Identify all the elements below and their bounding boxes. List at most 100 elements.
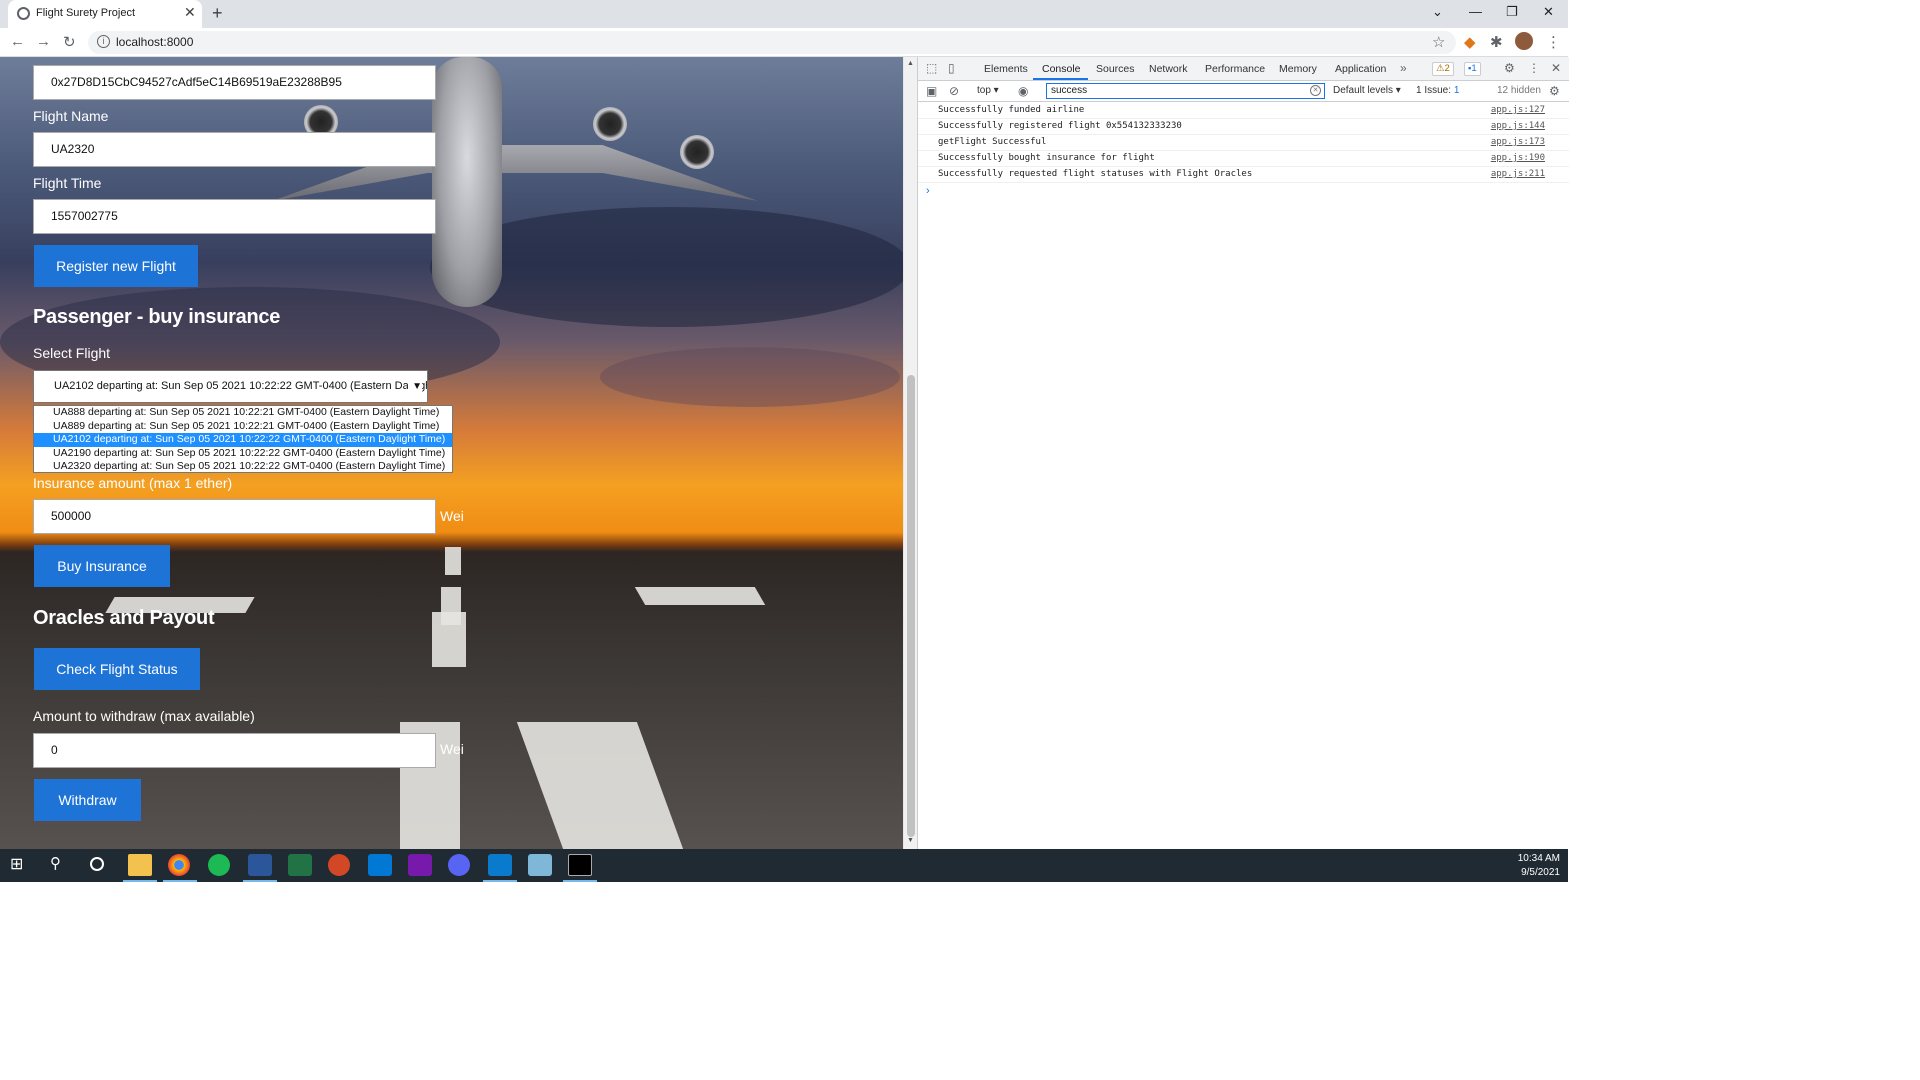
- log-source-link[interactable]: app.js:190: [1491, 153, 1545, 163]
- tab-sources[interactable]: Sources: [1096, 63, 1135, 75]
- metamask-extension-icon[interactable]: ◆: [1464, 33, 1476, 51]
- vscode-icon[interactable]: [488, 854, 512, 876]
- scrollbar-thumb[interactable]: [907, 375, 915, 837]
- tab-application[interactable]: Application: [1335, 63, 1386, 75]
- log-source-link[interactable]: app.js:211: [1491, 169, 1545, 179]
- log-source-link[interactable]: app.js:173: [1491, 137, 1545, 147]
- excel-icon[interactable]: [288, 854, 312, 876]
- flight-dropdown-list[interactable]: UA888 departing at: Sun Sep 05 2021 10:2…: [33, 405, 453, 473]
- airplane-engine-graphic: [680, 135, 714, 169]
- tab-console[interactable]: Console: [1042, 63, 1081, 75]
- airplane-engine-graphic: [593, 107, 627, 141]
- page-scrollbar[interactable]: ▲ ▼: [903, 57, 917, 849]
- bookmark-star-icon[interactable]: ☆: [1432, 33, 1445, 51]
- outlook-icon[interactable]: [368, 854, 392, 876]
- flight-option[interactable]: UA888 departing at: Sun Sep 05 2021 10:2…: [34, 406, 452, 420]
- check-flight-status-button[interactable]: Check Flight Status: [34, 648, 200, 690]
- word-icon[interactable]: [248, 854, 272, 876]
- system-clock[interactable]: 10:34 AM 9/5/2021: [1518, 852, 1560, 880]
- log-message: Successfully funded airline: [938, 105, 1085, 115]
- spotify-icon[interactable]: [208, 854, 230, 876]
- minimize-button[interactable]: —: [1469, 4, 1482, 19]
- console-filter-input[interactable]: success ✕: [1046, 83, 1325, 99]
- running-indicator: [483, 880, 517, 882]
- clear-filter-icon[interactable]: ✕: [1310, 85, 1321, 96]
- restore-button[interactable]: ❐: [1506, 4, 1518, 20]
- discord-icon[interactable]: [448, 854, 470, 876]
- browser-toolbar: ← → ↻ i localhost:8000 ☆ ◆ ✱ ⋮: [0, 28, 1568, 57]
- live-expression-eye-icon[interactable]: ◉: [1018, 84, 1028, 98]
- log-source-link[interactable]: app.js:127: [1491, 105, 1545, 115]
- settings-gear-icon[interactable]: ⚙: [1504, 61, 1515, 75]
- close-devtools-icon[interactable]: ✕: [1551, 61, 1561, 75]
- tab-performance[interactable]: Performance: [1205, 63, 1265, 75]
- flight-time-input[interactable]: 1557002775: [33, 199, 436, 234]
- console-settings-gear-icon[interactable]: ⚙: [1549, 84, 1560, 98]
- address-bar[interactable]: i localhost:8000: [88, 31, 1456, 54]
- clear-console-icon[interactable]: ⊘: [949, 84, 959, 98]
- scroll-up-icon[interactable]: ▲: [907, 60, 914, 67]
- flight-option[interactable]: UA2320 departing at: Sun Sep 05 2021 10:…: [34, 460, 452, 474]
- airline-address-input[interactable]: 0x27D8D15CbC94527cAdf5eC14B69519aE23288B…: [33, 65, 436, 100]
- register-flight-button[interactable]: Register new Flight: [34, 245, 198, 287]
- flight-select[interactable]: UA2102 departing at: Sun Sep 05 2021 10:…: [33, 370, 428, 403]
- tab-memory[interactable]: Memory: [1279, 63, 1317, 75]
- file-explorer-icon[interactable]: [128, 854, 152, 876]
- withdraw-amount-input[interactable]: 0: [33, 733, 436, 768]
- device-toolbar-icon[interactable]: ▯: [948, 61, 955, 75]
- buy-insurance-button[interactable]: Buy Insurance: [34, 545, 170, 587]
- inspect-element-icon[interactable]: ⬚: [926, 61, 937, 75]
- airplane-graphic: [432, 57, 502, 307]
- tab-elements[interactable]: Elements: [984, 63, 1028, 75]
- profile-avatar[interactable]: [1515, 32, 1533, 50]
- close-window-button[interactable]: ✕: [1543, 4, 1554, 20]
- console-prompt-chevron-icon[interactable]: ›: [926, 185, 930, 197]
- back-icon[interactable]: ←: [10, 33, 25, 50]
- close-tab-icon[interactable]: ✕: [184, 4, 196, 21]
- chrome-icon[interactable]: [168, 854, 190, 876]
- cortana-icon[interactable]: [90, 857, 104, 871]
- extensions-icon[interactable]: ✱: [1490, 33, 1503, 51]
- log-source-link[interactable]: app.js:144: [1491, 121, 1545, 131]
- browser-tab[interactable]: Flight Surety Project ✕: [8, 0, 202, 28]
- onenote-icon[interactable]: [408, 854, 432, 876]
- insurance-amount-label: Insurance amount (max 1 ether): [33, 475, 233, 491]
- powerpoint-icon[interactable]: [328, 854, 350, 876]
- more-tabs-icon[interactable]: »: [1400, 61, 1407, 75]
- warnings-badge[interactable]: ⚠2: [1432, 62, 1454, 76]
- windows-start-icon[interactable]: ⊞: [10, 854, 34, 876]
- notepad-icon[interactable]: [528, 854, 552, 876]
- forward-icon[interactable]: →: [36, 33, 51, 50]
- flight-name-input[interactable]: UA2320: [33, 132, 436, 167]
- tab-search-icon[interactable]: ⌄: [1432, 4, 1443, 20]
- running-indicator: [123, 880, 157, 882]
- log-message: getFlight Successful: [938, 137, 1047, 147]
- new-tab-button[interactable]: +: [212, 3, 223, 24]
- scroll-down-icon[interactable]: ▼: [907, 837, 914, 844]
- active-tab-indicator: [1033, 78, 1088, 80]
- menu-kebab-icon[interactable]: ⋮: [1546, 33, 1561, 51]
- devtools-panel: ⬚ ▯ Elements Console Sources Network Per…: [917, 57, 1569, 849]
- messages-badge[interactable]: ▪1: [1464, 62, 1481, 76]
- context-selector[interactable]: top ▾: [977, 85, 999, 96]
- log-levels-dropdown[interactable]: Default levels ▾: [1333, 85, 1401, 96]
- site-info-icon[interactable]: i: [97, 35, 110, 48]
- hidden-count: 12 hidden: [1497, 85, 1541, 96]
- insurance-amount-input[interactable]: 500000: [33, 499, 436, 534]
- warnings-count: 2: [1444, 63, 1450, 74]
- issues-button[interactable]: 1 Issue: 1: [1416, 85, 1459, 96]
- sidebar-toggle-icon[interactable]: ▣: [926, 84, 937, 98]
- flight-option[interactable]: UA2190 departing at: Sun Sep 05 2021 10:…: [34, 447, 452, 461]
- search-icon[interactable]: ⚲: [50, 854, 74, 876]
- running-indicator: [163, 880, 197, 882]
- oracles-section-title: Oracles and Payout: [33, 607, 215, 629]
- flight-option[interactable]: UA889 departing at: Sun Sep 05 2021 10:2…: [34, 420, 452, 434]
- terminal-icon[interactable]: [568, 854, 592, 876]
- flight-option-selected[interactable]: UA2102 departing at: Sun Sep 05 2021 10:…: [34, 433, 452, 447]
- reload-icon[interactable]: ↻: [63, 33, 76, 51]
- tab-network[interactable]: Network: [1149, 63, 1188, 75]
- devtools-menu-icon[interactable]: ⋮: [1528, 61, 1540, 75]
- withdraw-button[interactable]: Withdraw: [34, 779, 141, 821]
- withdraw-amount-label: Amount to withdraw (max available): [33, 708, 255, 724]
- select-flight-label: Select Flight: [33, 345, 111, 361]
